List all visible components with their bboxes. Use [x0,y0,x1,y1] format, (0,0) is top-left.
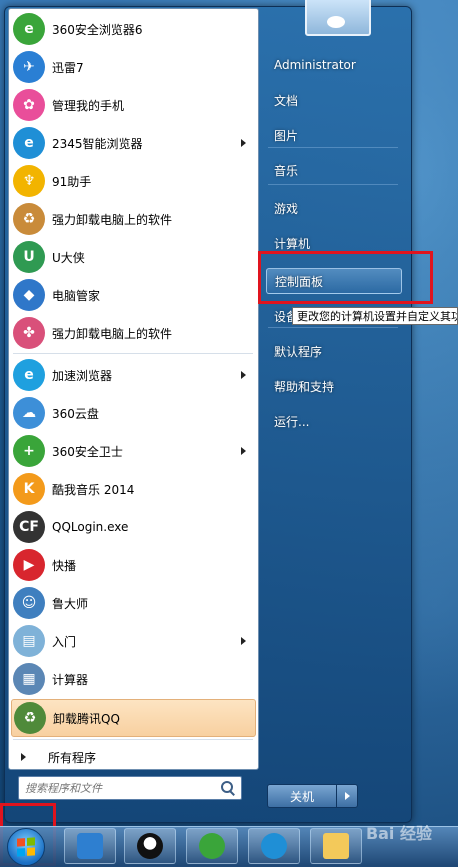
phone-manager-icon: ✿ [13,89,45,121]
folder-icon [323,833,349,859]
program-item[interactable]: ♻ 强力卸载电脑上的软件 [11,201,256,237]
submenu-arrow-icon [241,637,246,645]
start-menu-link[interactable]: 图片 [266,122,402,148]
windows-logo-icon [17,837,35,857]
pc-manager-shield-icon: ◆ [13,279,45,311]
triangle-right-icon [21,753,26,761]
program-item[interactable]: ♆ 91助手 [11,163,256,199]
program-label: 管理我的手机 [52,98,125,113]
program-label: 2345智能浏览器 [52,136,143,151]
security-guard-icon: + [13,435,45,467]
program-item[interactable]: U U大侠 [11,239,256,275]
program-label: 酷我音乐 2014 [52,482,135,497]
shutdown-options-arrow-icon[interactable] [336,784,358,808]
program-label: 计算器 [52,672,89,687]
program-item[interactable]: ♻ 卸载腾讯QQ [11,699,256,737]
program-item[interactable]: e 360安全浏览器6 [11,11,256,47]
program-item[interactable]: CF QQLogin.exe [11,509,256,545]
divider [268,184,398,185]
crossfire-icon: CF [13,511,45,543]
program-label: 强力卸载电脑上的软件 [52,212,173,227]
program-label: 鲁大师 [52,596,89,611]
program-label: 360安全浏览器6 [52,22,143,37]
search-input[interactable] [19,780,220,796]
divider [268,327,398,328]
app-launcher-icon [77,833,103,859]
program-label: 360云盘 [52,406,99,421]
divider [13,739,253,740]
thunder-icon: ✈ [13,51,45,83]
qq-penguin-icon [137,833,163,859]
program-item[interactable]: +360安全卫士 [11,433,256,469]
shutdown-button[interactable]: 关机 [267,784,337,808]
start-menu-link[interactable]: 音乐 [266,157,402,183]
start-menu-link[interactable]: 运行... [266,408,402,434]
uninstall-box-icon: ♻ [13,203,45,235]
user-picture[interactable] [305,0,371,36]
start-menu-link[interactable]: Administrator [266,52,402,78]
program-label: 卸载腾讯QQ [53,711,120,726]
program-label: 360安全卫士 [52,444,123,459]
program-label: U大侠 [52,250,85,265]
udaxia-icon: U [13,241,45,273]
start-menu-link[interactable]: 默认程序 [266,338,402,364]
calculator-icon: ▦ [13,663,45,695]
recycle-bin-icon: ♻ [14,702,46,734]
program-label: 加速浏览器 [52,368,113,383]
program-label: 强力卸载电脑上的软件 [52,326,173,341]
all-programs-label: 所有程序 [48,750,97,765]
program-item[interactable]: ▶ 快播 [11,547,256,583]
submenu-arrow-icon [241,447,246,455]
program-item[interactable]: ☁ 360云盘 [11,395,256,431]
baidu-watermark: Bai 经验 [365,824,432,843]
program-label: 电脑管家 [52,288,101,303]
taskbar-app-360-browser[interactable] [186,828,238,864]
program-label: 快播 [52,558,77,573]
program-item[interactable]: ▦ 计算器 [11,661,256,697]
start-menu-link[interactable]: 游戏 [266,195,402,221]
start-menu-program-list: 所有程序 e 360安全浏览器6 ✈ 迅雷7 ✿ 管理我的手机 e 2345智能浏览器 ♆ 91助… [8,8,259,770]
program-item[interactable]: ✤ 强力卸载电脑上的软件 [11,315,256,351]
program-item[interactable]: ✿ 管理我的手机 [11,87,256,123]
taskbar-app-explorer[interactable] [310,828,362,864]
taskbar-app-pinned-1[interactable] [64,828,116,864]
browser-360-icon: e [13,13,45,45]
qvod-icon: ▶ [13,549,45,581]
program-label: QQLogin.exe [52,520,129,534]
all-programs-item[interactable]: 所有程序 [11,745,256,769]
ludashi-icon: ☺ [13,587,45,619]
kuwo-music-icon: K [13,473,45,505]
program-item[interactable]: ☺ 鲁大师 [11,585,256,621]
program-item[interactable]: ▤ 入门 [11,623,256,659]
program-label: 91助手 [52,174,92,189]
submenu-arrow-icon [241,371,246,379]
browser-360-icon [199,833,225,859]
search-icon[interactable] [220,780,236,796]
control-panel-tooltip: 更改您的计算机设置并自定义其功能。 [292,307,458,325]
browser-2345-icon: e [13,127,45,159]
uninstall-clover-icon: ✤ [13,317,45,349]
program-label: 入门 [52,634,77,649]
submenu-arrow-icon [241,139,246,147]
program-item[interactable]: ✈ 迅雷7 [11,49,256,85]
helper-91-icon: ♆ [13,165,45,197]
ie-browser-icon [261,833,287,859]
divider [13,353,253,354]
program-item[interactable]: e 加速浏览器 [11,357,256,393]
program-item[interactable]: ◆ 电脑管家 [11,277,256,313]
start-menu-link[interactable]: 帮助和支持 [266,373,402,399]
program-item[interactable]: e 2345智能浏览器 [11,125,256,161]
search-box[interactable] [18,776,242,800]
divider [268,147,398,148]
taskbar-app-qq[interactable] [124,828,176,864]
program-item[interactable]: K 酷我音乐 2014 [11,471,256,507]
getting-started-icon: ▤ [13,625,45,657]
accelerated-browser-icon: e [13,359,45,391]
control-panel-highlight-box [258,251,433,304]
cloud-disk-icon: ☁ [13,397,45,429]
program-label: 迅雷7 [52,60,84,75]
start-button[interactable] [7,828,45,866]
start-menu-link[interactable]: 文档 [266,87,402,113]
taskbar-app-ie-browser[interactable] [248,828,300,864]
